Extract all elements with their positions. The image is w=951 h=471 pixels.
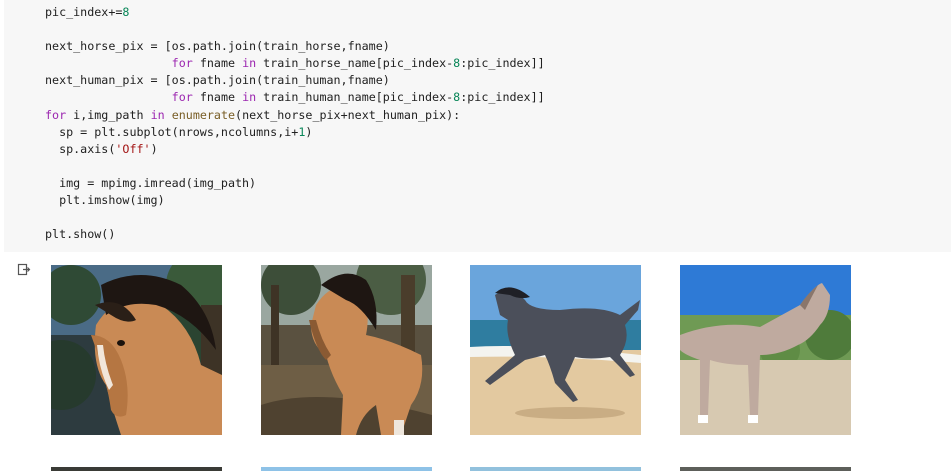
code-line[interactable]: img = mpimg.imread(img_path) [45, 175, 545, 192]
code-line[interactable]: next_horse_pix = [os.path.join(train_hor… [45, 38, 545, 55]
code-line[interactable]: for fname in train_human_name[pic_index-… [45, 89, 545, 106]
code-token: i,img_path [66, 107, 151, 122]
code-token: (next_horse_pix+next_human_pix): [235, 107, 461, 122]
code-line[interactable] [45, 21, 545, 38]
image-row2-3 [470, 467, 641, 471]
code-token: img = mpimg.imread(img_path) [45, 175, 257, 190]
code-token: 8 [122, 5, 130, 19]
horse-image-1 [51, 265, 222, 435]
code-token: for [171, 56, 193, 71]
code-token: sp = plt.subplot(nrows,ncolumns,i+ [45, 124, 299, 139]
code-token: plt.show() [45, 227, 116, 242]
code-token: fname [192, 90, 243, 105]
code-token: ) [305, 124, 313, 139]
code-line[interactable]: pic_index+=8 [45, 4, 545, 21]
code-token: fname [192, 56, 243, 71]
code-token: for [45, 107, 67, 122]
horse-image-3 [470, 265, 641, 435]
horse-image-4 [680, 265, 851, 435]
code-token: in [242, 56, 257, 71]
code-line[interactable]: next_human_pix = [os.path.join(train_hum… [45, 72, 545, 89]
code-line[interactable]: sp.axis('Off') [45, 141, 545, 158]
code-token: :pic_index]] [460, 90, 545, 105]
image-row2-4 [680, 467, 851, 471]
code-line[interactable]: plt.show() [45, 226, 545, 243]
code-line[interactable]: for fname in train_horse_name[pic_index-… [45, 55, 545, 72]
code-token: ) [150, 141, 158, 156]
code-token: next_human_pix = [os.path.join(train_hum… [45, 73, 390, 88]
code-token: in [242, 90, 257, 105]
code-token: pic_index+= [45, 5, 123, 19]
code-token: :pic_index]] [460, 56, 545, 71]
image-row2-2 [261, 467, 432, 471]
code-line[interactable]: plt.imshow(img) [45, 192, 545, 209]
code-token: next_horse_pix = [os.path.join(train_hor… [45, 39, 390, 54]
code-editor[interactable]: pic_index+=8 next_horse_pix = [os.path.jo… [45, 4, 545, 243]
code-token: train_human_name[pic_index- [256, 90, 454, 105]
code-token: sp.axis( [45, 141, 116, 156]
image-row2-1 [51, 467, 222, 471]
code-cell[interactable]: pic_index+=8 next_horse_pix = [os.path.jo… [4, 0, 951, 252]
code-token: 'Off' [115, 141, 151, 156]
code-token: plt.imshow(img) [45, 193, 165, 208]
horse-image-2 [261, 265, 432, 435]
code-line[interactable] [45, 209, 545, 226]
output-icon[interactable] [17, 263, 31, 277]
code-token: for [171, 90, 193, 105]
code-token: enumerate [171, 107, 236, 122]
code-line[interactable] [45, 158, 545, 175]
code-token: in [150, 107, 165, 122]
notebook-page: pic_index+=8 next_horse_pix = [os.path.jo… [0, 0, 951, 471]
code-token: train_horse_name[pic_index- [256, 56, 454, 71]
code-line[interactable]: for i,img_path in enumerate(next_horse_p… [45, 107, 545, 124]
code-line[interactable]: sp = plt.subplot(nrows,ncolumns,i+1) [45, 124, 545, 141]
